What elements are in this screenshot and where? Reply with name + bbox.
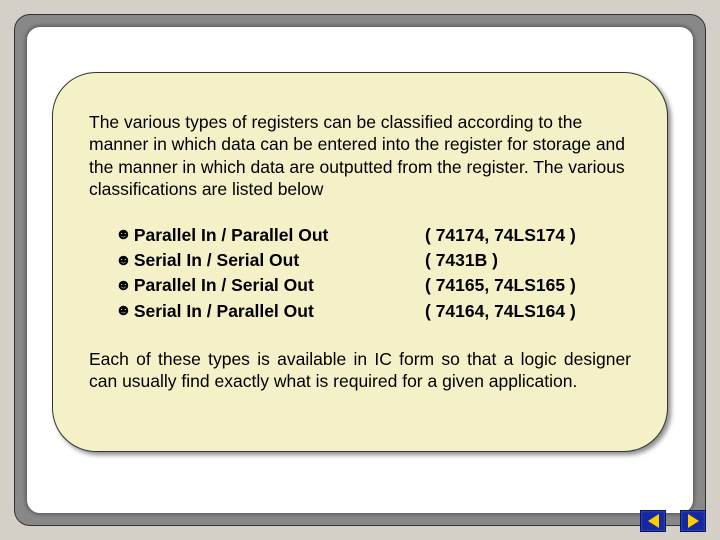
type-name: Parallel In / Parallel Out (134, 223, 329, 248)
register-types-list: ☻ Parallel In / Parallel Out ( 74174, 74… (89, 223, 631, 325)
bullet-icon: ☻ (115, 253, 132, 269)
list-item: ☻ Serial In / Serial Out ( 7431B ) (115, 248, 631, 273)
intro-paragraph: The various types of registers can be cl… (89, 111, 631, 201)
type-name: Parallel In / Serial Out (134, 273, 314, 298)
arrow-right-icon (688, 514, 699, 528)
nav-controls (640, 510, 706, 532)
bullet-icon: ☻ (115, 303, 132, 319)
next-button[interactable] (680, 510, 706, 532)
type-name: Serial In / Serial Out (134, 248, 299, 273)
list-item: ☻ Parallel In / Parallel Out ( 74174, 74… (115, 223, 631, 248)
bullet-icon: ☻ (115, 227, 132, 243)
type-ic: ( 7431B ) (425, 248, 631, 273)
type-ic: ( 74164, 74LS164 ) (425, 299, 631, 324)
outro-paragraph: Each of these types is available in IC f… (89, 348, 631, 393)
bullet-icon: ☻ (115, 278, 132, 294)
list-item: ☻ Serial In / Parallel Out ( 74164, 74LS… (115, 299, 631, 324)
list-item: ☻ Parallel In / Serial Out ( 74165, 74LS… (115, 273, 631, 298)
type-name: Serial In / Parallel Out (134, 299, 314, 324)
prev-button[interactable] (640, 510, 666, 532)
content-card: The various types of registers can be cl… (52, 72, 668, 452)
type-ic: ( 74174, 74LS174 ) (425, 223, 631, 248)
arrow-left-icon (648, 514, 659, 528)
type-ic: ( 74165, 74LS165 ) (425, 273, 631, 298)
